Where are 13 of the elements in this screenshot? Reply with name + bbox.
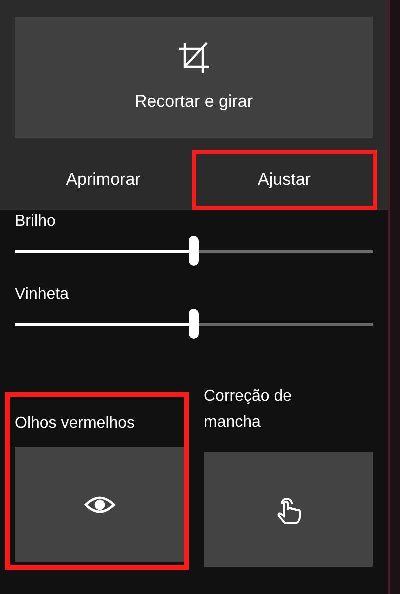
- tool-label: Correção de mancha: [204, 387, 294, 433]
- eye-icon: [84, 496, 116, 514]
- tab[interactable]: Aprimorar: [15, 150, 192, 210]
- crop-icon: [177, 40, 211, 75]
- slider-label: Vinheta: [15, 285, 70, 305]
- slider-thumb[interactable]: [189, 309, 199, 339]
- slider-thumb[interactable]: [189, 236, 199, 266]
- tool-tile[interactable]: Olhos vermelhos: [5, 392, 189, 570]
- tab[interactable]: Ajustar: [192, 150, 377, 210]
- slider-label: Brilho: [15, 212, 57, 232]
- crop-rotate-button[interactable]: Recortar e girar: [15, 17, 373, 138]
- tool-tile[interactable]: Correção de mancha: [204, 382, 373, 570]
- tool-label: Olhos vermelhos: [15, 414, 136, 434]
